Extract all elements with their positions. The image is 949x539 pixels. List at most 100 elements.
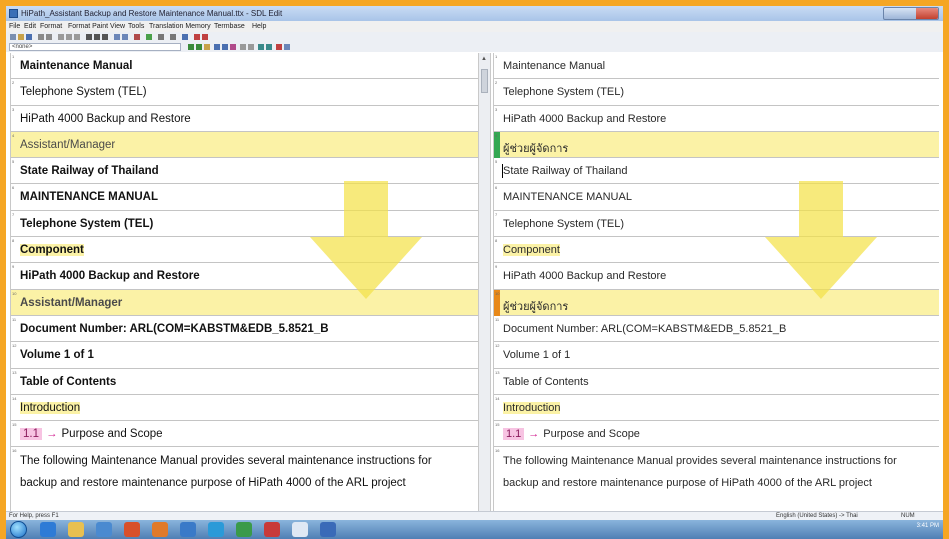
underline-icon[interactable]	[102, 34, 108, 40]
target-segment[interactable]: 6 MAINTENANCE MANUAL	[494, 184, 939, 211]
segment-text: Maintenance Manual	[503, 60, 606, 72]
align-icon[interactable]	[114, 34, 120, 40]
italic-icon[interactable]	[94, 34, 100, 40]
source-segment[interactable]: 13 Table of Contents	[11, 369, 478, 395]
copy-icon[interactable]	[66, 34, 72, 40]
zoom-icon[interactable]	[182, 34, 188, 40]
confirm-segment-icon[interactable]	[146, 34, 152, 40]
acrobat-icon[interactable]	[264, 522, 280, 537]
menu-format-paint[interactable]: Format Paint	[68, 23, 108, 30]
help-icon[interactable]	[194, 34, 200, 40]
sdl-edit-taskbar-icon[interactable]	[320, 522, 336, 537]
skype-icon[interactable]	[208, 522, 224, 537]
firefox-icon[interactable]	[152, 522, 168, 537]
source-segment[interactable]: 6 MAINTENANCE MANUAL	[11, 184, 478, 211]
find-icon[interactable]	[134, 34, 140, 40]
source-segment[interactable]: 12 Volume 1 of 1	[11, 342, 478, 369]
source-segment[interactable]: 15 1.1 → Purpose and Scope	[11, 421, 478, 448]
target-segment[interactable]: 5 State Railway of Thailand	[494, 158, 939, 185]
qa-check-icon[interactable]	[276, 44, 282, 50]
window-controls[interactable]	[883, 7, 939, 20]
print-preview-icon[interactable]	[46, 34, 52, 40]
target-segment[interactable]: 8 Component	[494, 237, 939, 264]
target-segment[interactable]: 1 Maintenance Manual	[494, 53, 939, 80]
target-segment[interactable]: 2 Telephone System (TEL)	[494, 79, 939, 106]
file-explorer-icon[interactable]	[68, 522, 84, 537]
internet-explorer-icon[interactable]	[40, 522, 56, 537]
source-segment[interactable]: 1 Maintenance Manual	[11, 53, 478, 80]
menu-view[interactable]: View	[110, 23, 125, 30]
heading-tag: 1.1	[503, 428, 525, 441]
add-term-icon[interactable]	[266, 44, 272, 50]
target-segment[interactable]: 12 Volume 1 of 1	[494, 342, 939, 369]
segment-text: The following Maintenance Manual provide…	[20, 455, 432, 490]
open-folder-icon[interactable]	[18, 34, 24, 40]
cut-icon[interactable]	[58, 34, 64, 40]
chrome-icon[interactable]	[124, 522, 140, 537]
show-formatting-icon[interactable]	[170, 34, 176, 40]
source-segment[interactable]: 7 Telephone System (TEL)	[11, 211, 478, 238]
pane-scrollbar[interactable]: ▲	[478, 53, 491, 511]
menu-translation-memory[interactable]: Translation Memory	[149, 23, 211, 30]
ruler-icon[interactable]	[158, 34, 164, 40]
target-segment[interactable]: 3 HiPath 4000 Backup and Restore	[494, 106, 939, 132]
source-segment[interactable]: 14 Introduction	[11, 395, 478, 422]
restore-source-icon[interactable]	[230, 44, 236, 50]
target-segment[interactable]: 16 The following Maintenance Manual provi…	[494, 447, 939, 502]
menu-format[interactable]: Format	[40, 23, 62, 30]
source-segment-active[interactable]: 10 Assistant/Manager	[11, 289, 478, 316]
fuzzy-match-icon[interactable]	[258, 44, 264, 50]
bold-icon[interactable]	[86, 34, 92, 40]
target-segment[interactable]: 13 Table of Contents	[494, 369, 939, 395]
start-button[interactable]	[10, 521, 27, 538]
source-segment[interactable]: 5 State Railway of Thailand	[11, 158, 478, 185]
menu-help[interactable]: Help	[252, 23, 266, 30]
segment-text: Volume 1 of 1	[20, 349, 94, 362]
notepad-icon[interactable]	[292, 522, 308, 537]
menu-tools[interactable]: Tools	[128, 23, 144, 30]
get-next-icon[interactable]	[222, 44, 228, 50]
menu-bar: File Edit Format Format Paint View Tools…	[6, 21, 943, 32]
get-previous-icon[interactable]	[214, 44, 220, 50]
editor-area: 1 Maintenance Manual 2 Telephone System (T…	[6, 53, 943, 511]
context-help-icon[interactable]	[202, 34, 208, 40]
scroll-up-icon[interactable]: ▲	[481, 56, 487, 62]
menu-edit[interactable]: Edit	[24, 23, 36, 30]
target-segment[interactable]: 14 Introduction	[494, 395, 939, 422]
style-dropdown[interactable]: <none>	[9, 43, 181, 51]
source-segment[interactable]: 16 The following Maintenance Manual provi…	[11, 447, 478, 502]
source-segment[interactable]: 11 Document Number: ARL(COM=KABSTM&EDB_5.…	[11, 316, 478, 343]
termbase-search-icon[interactable]	[248, 44, 254, 50]
indent-icon[interactable]	[122, 34, 128, 40]
menu-termbase[interactable]: Termbase	[214, 23, 245, 30]
target-segment[interactable]: 15 1.1 → Purpose and Scope	[494, 421, 939, 448]
source-segment[interactable]: 2 Telephone System (TEL)	[11, 79, 478, 106]
concordance-icon[interactable]	[240, 44, 246, 50]
source-segment-active[interactable]: 4 Assistant/Manager	[11, 131, 478, 159]
source-segment[interactable]: 9 HiPath 4000 Backup and Restore	[11, 263, 478, 290]
target-segment-active[interactable]: 4 ผู้ช่วยผู้จัดการ	[494, 131, 939, 159]
print-icon[interactable]	[38, 34, 44, 40]
target-segment[interactable]: 7 Telephone System (TEL)	[494, 211, 939, 238]
open-get-icon[interactable]	[188, 44, 194, 50]
media-player-icon[interactable]	[96, 522, 112, 537]
new-document-icon[interactable]	[10, 34, 16, 40]
save-icon[interactable]	[26, 34, 32, 40]
options-icon[interactable]	[284, 44, 290, 50]
set-close-icon[interactable]	[196, 44, 202, 50]
translate-to-fuzzy-icon[interactable]	[204, 44, 210, 50]
excel-icon[interactable]	[236, 522, 252, 537]
source-segment[interactable]: 3 HiPath 4000 Backup and Restore	[11, 106, 478, 132]
segment-text: Telephone System (TEL)	[503, 86, 625, 99]
target-segment-active[interactable]: 10 ผู้ช่วยผู้จัดการ	[494, 289, 939, 316]
scroll-thumb[interactable]	[481, 69, 488, 93]
target-segment[interactable]: 11 Document Number: ARL(COM=KABSTM&EDB_5.…	[494, 316, 939, 343]
target-pane: 1 Maintenance Manual 2 Telephone System (T…	[493, 53, 939, 511]
paste-icon[interactable]	[74, 34, 80, 40]
close-window-button[interactable]	[916, 8, 938, 19]
source-segment[interactable]: 8 Component	[11, 237, 478, 264]
photos-icon[interactable]	[180, 522, 196, 537]
menu-file[interactable]: File	[9, 23, 20, 30]
system-clock[interactable]: 3:41 PM	[917, 523, 939, 529]
target-segment[interactable]: 9 HiPath 4000 Backup and Restore	[494, 263, 939, 290]
